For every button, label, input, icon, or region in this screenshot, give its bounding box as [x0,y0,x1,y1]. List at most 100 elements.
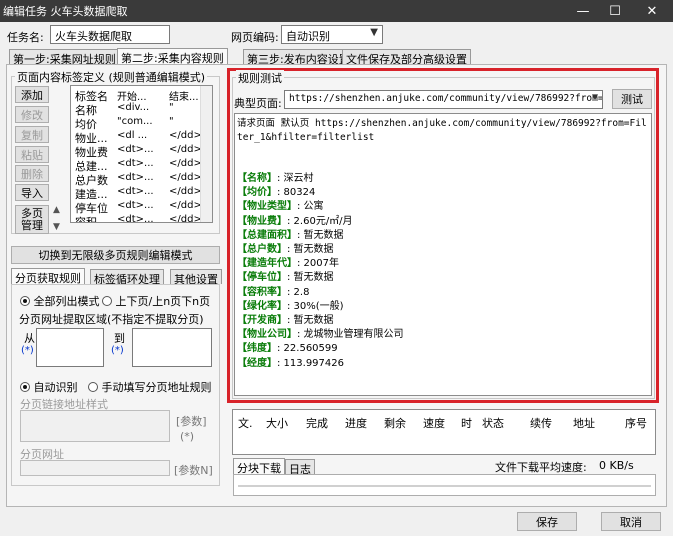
maximize-icon[interactable]: ☐ [599,0,631,22]
copy-button[interactable]: 复制 [15,126,49,143]
tab-file-save[interactable]: 文件保存及部分高级设置 [342,49,471,66]
tab-step3[interactable]: 第三步:发布内容设置 [243,49,354,66]
table-row[interactable]: 名称 <div... " [71,102,212,116]
download-column-header[interactable]: 状态 [482,415,504,431]
tab-chunk-download[interactable]: 分块下载 [233,458,285,475]
param-button[interactable]: [参数] [176,413,207,429]
link-style-textarea[interactable] [20,410,170,442]
tag-name-cell: 物业... [75,132,108,144]
download-column-header[interactable]: 速度 [423,415,445,431]
param-star[interactable]: (*) [180,430,194,443]
result-field-key: 【纬度】 [237,343,277,355]
result-field-value: : 暂无数据 [297,229,344,241]
test-button[interactable]: 测试 [612,89,652,109]
tab-step1[interactable]: 第一步:采集网址规则 [9,49,120,66]
table-row[interactable]: 均价 "com... " [71,116,212,130]
cancel-button[interactable]: 取消 [601,512,661,531]
tab-paging-rules[interactable]: 分页获取规则 [11,268,85,285]
switch-multilevel-button[interactable]: 切换到无限级多页规则编辑模式 [11,246,220,264]
mode-prevnext-radio[interactable]: 上下页/上n页下n页 [102,293,210,309]
download-column-header[interactable]: 时 [461,415,472,431]
result-field-key: 【绿化率】 [237,300,287,312]
tab-log[interactable]: 日志 [285,459,315,476]
download-column-header[interactable]: 续传 [530,415,552,431]
result-field-value: : 深云村 [277,173,314,184]
table-row[interactable]: 总户数 <dt>... </dd> [71,172,212,186]
tag-table-body: 名称 <div... " 均价 "com... " 物业... <dl ... </dd> 物业费… [71,102,212,223]
download-column-header[interactable]: 文. [238,415,253,431]
result-field: 【物业费】: 2.60元/㎡/月 [237,215,649,229]
download-list[interactable]: 文. 大小 完成 进度 剩余 速度时状态 续传 地址 序号 [232,409,656,455]
page-url-input[interactable] [20,460,170,476]
auto-detect-radio[interactable]: 自动识别 [20,379,78,395]
tab-other-settings[interactable]: 其他设置 [170,269,222,286]
tag-end-cell: </dd> [169,144,202,155]
download-column-header[interactable]: 地址 [573,415,595,431]
manual-rule-radio[interactable]: 手动填写分页地址规则 [88,379,212,395]
from-star-link[interactable]: (*) [21,345,34,356]
result-field-value: : 龙城物业管理有限公司 [297,329,404,341]
result-field-value: : 暂无数据 [287,272,334,284]
download-column-header[interactable]: 进度 [345,415,367,431]
result-field-key: 【开发商】 [237,315,287,327]
tag-end-cell: </dd> [169,186,202,197]
paging-area-title: 分页网址提取区域(不指定不提取分页) [19,313,204,326]
close-icon[interactable]: ✕ [636,0,668,22]
save-button[interactable]: 保存 [517,512,577,531]
result-field: 【纬度】: 22.560599 [237,342,649,356]
edit-button[interactable]: 修改 [15,106,49,123]
tab-tag-loop[interactable]: 标签循环处理 [90,269,164,286]
import-button[interactable]: 导入 [15,184,49,201]
tag-end-cell: </dd> [169,158,202,169]
download-column-header[interactable]: 序号 [625,415,647,431]
result-field-key: 【物业费】 [237,215,287,227]
result-field-value: : 30%(一般) [287,300,344,312]
encoding-label: 网页编码: [231,31,279,44]
result-field-value: : 2.8 [287,286,310,298]
tab-step2[interactable]: 第二步:采集内容规则 [117,48,228,65]
add-button[interactable]: 添加 [15,86,49,103]
result-field: 【容积率】: 2.8 [237,286,649,300]
progress-track [238,485,651,487]
download-column-header[interactable]: 完成 [306,415,328,431]
table-row[interactable]: 物业... <dl ... </dd> [71,130,212,144]
tag-table-header: 标签名 开始... 结束... [71,86,212,102]
tag-name-cell: 容积... [75,216,108,223]
to-star-link[interactable]: (*) [111,345,124,356]
param-n-button[interactable]: [参数N] [174,462,213,478]
result-field-value: : 80324 [277,187,316,199]
multi-page-button[interactable]: 多页 管理 [15,205,49,234]
table-row[interactable]: 容积... <dt>... </dd> [71,214,212,223]
result-field-key: 【总户数】 [237,244,287,256]
result-field: 【经度】: 113.997426 [237,357,649,371]
download-column-header[interactable]: 剩余 [384,415,406,431]
table-row[interactable]: 总建... <dt>... </dd> [71,158,212,172]
task-name-input[interactable]: 火车头数据爬取 [50,25,170,44]
move-up-icon[interactable]: ▲ [53,205,60,215]
encoding-select[interactable]: 自动识别 ▼ [281,25,383,44]
tag-start-cell: <dt>... [117,200,154,211]
from-textarea[interactable] [36,328,104,367]
avg-speed-value: 0 KB/s [599,459,634,472]
col-end: 结束... [169,92,199,102]
table-row[interactable]: 建造... <dt>... </dd> [71,186,212,200]
move-down-icon[interactable]: ▼ [53,222,60,232]
col-start: 开始... [117,92,147,102]
minimize-icon[interactable]: — [567,0,599,22]
tag-table-scrollbar[interactable] [200,86,212,222]
tag-start-cell: <div... [117,102,150,113]
tag-end-cell: </dd> [169,214,202,223]
radio-off-icon [88,382,98,392]
table-row[interactable]: 停车位 <dt>... </dd> [71,200,212,214]
tag-end-cell: " [169,102,174,113]
paste-button[interactable]: 粘贴 [15,146,49,163]
test-result-area[interactable]: 请求页面 默认页 https://shenzhen.anjuke.com/com… [234,113,652,396]
table-row[interactable]: 物业费 <dt>... </dd> [71,144,212,158]
typical-page-select[interactable]: https://shenzhen.anjuke.com/community/vi… [284,90,603,109]
to-textarea[interactable] [132,328,212,367]
download-column-header[interactable]: 大小 [266,415,288,431]
delete-button[interactable]: 删除 [15,165,49,182]
mode-all-radio[interactable]: 全部列出模式 [20,293,100,309]
tag-name-cell: 总户数 [75,174,108,186]
result-field: 【绿化率】: 30%(一般) [237,300,649,314]
